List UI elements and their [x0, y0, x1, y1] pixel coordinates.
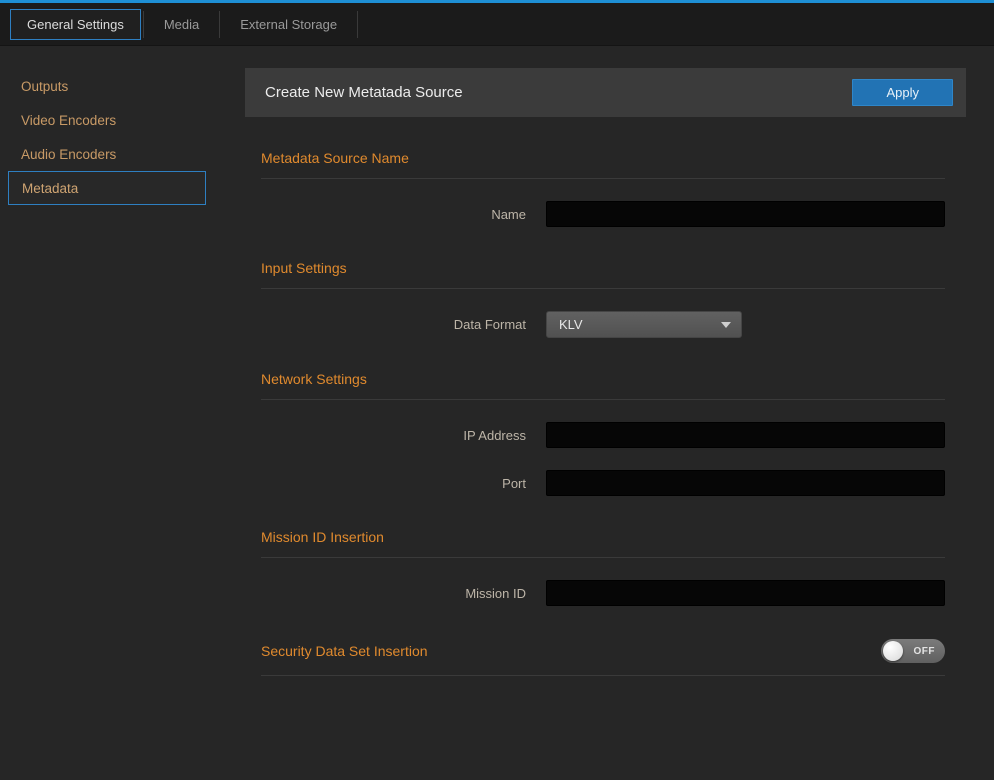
tab-divider: [143, 11, 144, 38]
tab-media[interactable]: Media: [146, 9, 217, 40]
section-divider: [261, 675, 945, 676]
tab-external-storage[interactable]: External Storage: [222, 9, 355, 40]
sidebar-item-audio-encoders[interactable]: Audio Encoders: [0, 137, 245, 171]
section-title: Input Settings: [261, 260, 945, 276]
chevron-down-icon: [721, 322, 731, 328]
sidebar: Outputs Video Encoders Audio Encoders Me…: [0, 46, 245, 780]
ip-address-label: IP Address: [261, 428, 526, 443]
sidebar-item-video-encoders[interactable]: Video Encoders: [0, 103, 245, 137]
section-metadata-source-name: Metadata Source Name Name: [261, 150, 945, 227]
section-title: Security Data Set Insertion: [261, 643, 428, 659]
toggle-knob: [883, 641, 903, 661]
panel-header: Create New Metatada Source Apply: [245, 68, 966, 117]
section-title: Mission ID Insertion: [261, 529, 945, 545]
section-divider: [261, 288, 945, 289]
sidebar-item-outputs[interactable]: Outputs: [0, 69, 245, 103]
section-input-settings: Input Settings Data Format KLV: [261, 260, 945, 338]
section-mission-id-insertion: Mission ID Insertion Mission ID: [261, 529, 945, 606]
main-panel: Create New Metatada Source Apply Metadat…: [245, 46, 994, 780]
tab-divider: [357, 11, 358, 38]
ip-address-input[interactable]: [546, 422, 945, 448]
form-content: Metadata Source Name Name Input Settings…: [245, 150, 966, 676]
toggle-state-label: OFF: [914, 646, 936, 657]
data-format-selected-value: KLV: [559, 317, 583, 332]
section-network-settings: Network Settings IP Address Port: [261, 371, 945, 496]
name-input[interactable]: [546, 201, 945, 227]
port-label: Port: [261, 476, 526, 491]
port-input[interactable]: [546, 470, 945, 496]
section-divider: [261, 178, 945, 179]
data-format-select[interactable]: KLV: [546, 311, 742, 338]
section-title: Network Settings: [261, 371, 945, 387]
sidebar-item-metadata[interactable]: Metadata: [8, 171, 206, 205]
security-data-set-toggle[interactable]: OFF: [881, 639, 945, 663]
mission-id-input[interactable]: [546, 580, 945, 606]
tab-general-settings[interactable]: General Settings: [10, 9, 141, 40]
section-divider: [261, 557, 945, 558]
section-divider: [261, 399, 945, 400]
name-label: Name: [261, 207, 526, 222]
page-title: Create New Metatada Source: [265, 84, 463, 101]
top-tab-bar: General Settings Media External Storage: [0, 3, 994, 46]
mission-id-label: Mission ID: [261, 586, 526, 601]
section-title: Metadata Source Name: [261, 150, 945, 166]
data-format-label: Data Format: [261, 317, 526, 332]
tab-divider: [219, 11, 220, 38]
apply-button[interactable]: Apply: [852, 79, 953, 106]
section-security-data-set-insertion: Security Data Set Insertion OFF: [261, 639, 945, 676]
